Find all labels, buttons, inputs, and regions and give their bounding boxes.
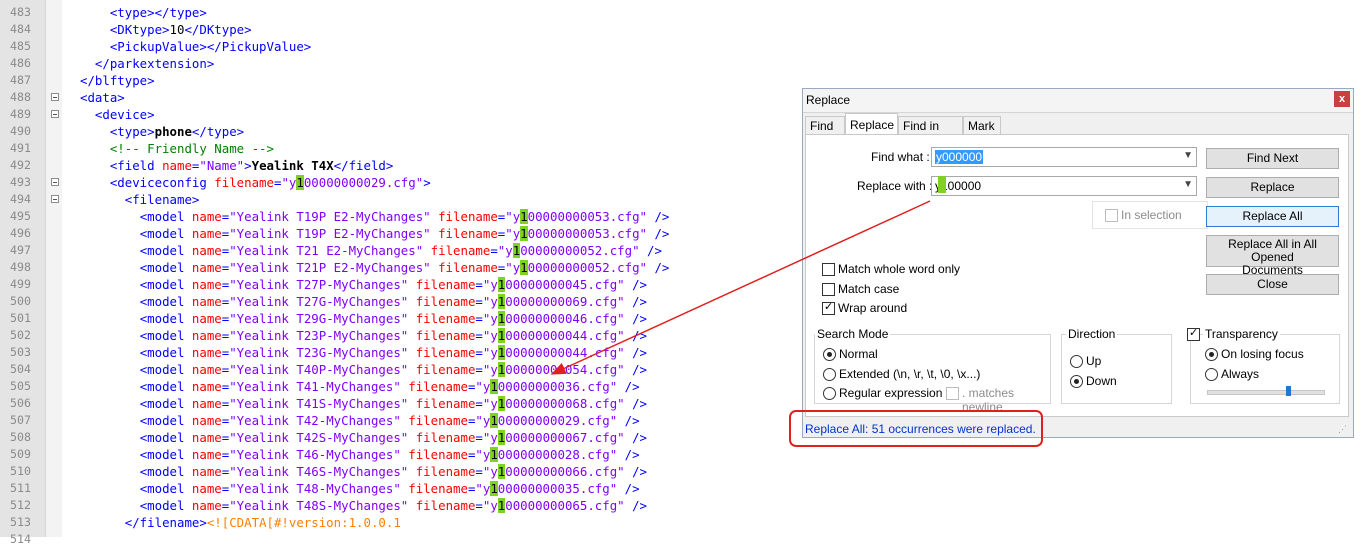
annotation-arrow — [550, 176, 946, 375]
arrow-line — [550, 200, 931, 375]
replace-digit-highlight — [938, 176, 946, 193]
